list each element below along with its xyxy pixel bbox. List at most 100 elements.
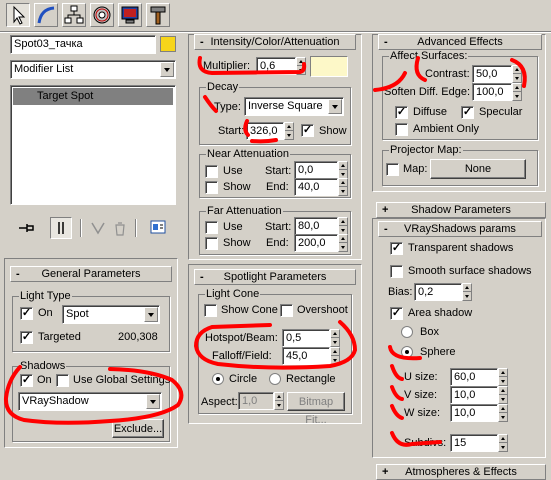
show-end-result-button[interactable]	[50, 217, 72, 239]
far-use-checkbox[interactable]	[205, 221, 218, 234]
subdivs-field[interactable]: 15	[450, 434, 498, 452]
decay-show-checkbox[interactable]: ✓	[301, 124, 314, 137]
configure-sets-icon[interactable]	[150, 220, 168, 236]
near-start-field[interactable]: 0,0	[294, 161, 338, 179]
box-label: Box	[420, 326, 439, 338]
light-color-swatch[interactable]	[310, 56, 348, 77]
far-end-field[interactable]: 200,0	[294, 234, 338, 252]
decay-start-field[interactable]: 326,0	[246, 122, 284, 140]
overshoot-checkbox[interactable]	[280, 304, 293, 317]
chevron-down-icon[interactable]	[328, 99, 342, 114]
sphere-radio[interactable]	[401, 346, 413, 358]
near-use-checkbox[interactable]	[205, 165, 218, 178]
decay-type-dropdown[interactable]: Inverse Square	[244, 97, 344, 116]
transparent-shadows-label: Transparent shadows	[408, 242, 514, 254]
light-on-checkbox[interactable]: ✓	[20, 307, 33, 320]
near-end-spinner[interactable]	[338, 178, 348, 196]
use-global-settings-label: Use Global Settings	[73, 374, 171, 386]
hotspot-spinner[interactable]	[330, 329, 340, 347]
near-start-spinner[interactable]	[338, 161, 348, 179]
chevron-down-icon[interactable]	[144, 307, 158, 322]
soften-field[interactable]: 100,0	[472, 83, 512, 101]
use-global-settings-checkbox[interactable]	[56, 374, 69, 387]
decay-start-spinner[interactable]	[284, 122, 294, 140]
object-color-swatch[interactable]	[160, 36, 176, 52]
command-panel-tabs	[0, 0, 551, 31]
make-unique-icon[interactable]	[90, 220, 106, 236]
aspect-label: Aspect:	[201, 396, 238, 408]
spotlight-header[interactable]: - Spotlight Parameters	[194, 269, 356, 285]
bias-field[interactable]: 0,2	[414, 283, 462, 301]
remove-modifier-icon[interactable]	[112, 220, 128, 236]
modify-tab[interactable]	[34, 3, 58, 27]
pin-stack-icon[interactable]	[18, 221, 36, 235]
multiplier-spinner[interactable]	[296, 57, 306, 75]
subdivs-spinner[interactable]	[498, 434, 508, 452]
hierarchy-tab[interactable]	[62, 3, 86, 27]
projector-map-title: Projector Map:	[389, 144, 463, 156]
far-show-checkbox[interactable]	[205, 237, 218, 250]
multiplier-field[interactable]: 0,6	[256, 57, 296, 75]
shadows-on-checkbox[interactable]: ✓	[20, 374, 33, 387]
light-type-dropdown[interactable]: Spot	[62, 305, 160, 324]
u-size-field[interactable]: 60,0	[450, 368, 498, 386]
far-end-spinner[interactable]	[338, 234, 348, 252]
arc-icon	[37, 6, 55, 24]
display-tab[interactable]	[118, 3, 142, 27]
area-shadow-checkbox[interactable]: ✓	[390, 307, 403, 320]
collapse-icon: -	[200, 36, 204, 48]
w-size-spinner[interactable]	[498, 404, 508, 422]
collapse-icon: -	[200, 271, 204, 283]
far-start-spinner[interactable]	[338, 217, 348, 235]
transparent-shadows-checkbox[interactable]: ✓	[390, 242, 403, 255]
shadow-type-dropdown[interactable]: VRayShadow	[18, 392, 162, 411]
smooth-shadows-checkbox[interactable]	[390, 265, 403, 278]
modifier-stack[interactable]: Target Spot	[10, 85, 176, 205]
advanced-effects-header[interactable]: - Advanced Effects	[378, 34, 542, 50]
contrast-spinner[interactable]	[512, 65, 522, 83]
hotspot-field[interactable]: 0,5	[282, 329, 330, 347]
shadow-parameters-header[interactable]: + Shadow Parameters	[376, 202, 546, 218]
specular-checkbox[interactable]: ✓	[461, 106, 474, 119]
stack-item-target-spot[interactable]: Target Spot	[13, 88, 173, 105]
motion-tab[interactable]	[90, 3, 114, 27]
bitmap-fit-button[interactable]: Bitmap Fit...	[287, 392, 345, 426]
far-start-field[interactable]: 80,0	[294, 217, 338, 235]
intensity-header[interactable]: - Intensity/Color/Attenuation	[194, 34, 356, 50]
general-parameters-header[interactable]: - General Parameters	[10, 266, 172, 282]
vray-shadows-header[interactable]: - VRayShadows params	[378, 221, 542, 237]
near-show-checkbox[interactable]	[205, 181, 218, 194]
soften-spinner[interactable]	[512, 83, 522, 101]
diffuse-checkbox[interactable]: ✓	[395, 106, 408, 119]
bias-spinner[interactable]	[462, 283, 472, 301]
near-end-field[interactable]: 40,0	[294, 178, 338, 196]
far-start-label: Start:	[265, 221, 292, 233]
aspect-field[interactable]: 1,0	[238, 392, 274, 410]
u-size-spinner[interactable]	[498, 368, 508, 386]
exclude-button[interactable]: Exclude...	[112, 419, 164, 438]
rectangle-radio[interactable]	[269, 373, 281, 385]
collapse-icon: -	[384, 223, 388, 235]
aspect-spinner[interactable]	[274, 392, 284, 410]
utilities-tab[interactable]	[146, 3, 170, 27]
v-size-spinner[interactable]	[498, 386, 508, 404]
object-name-field[interactable]: Spot03_тачка	[10, 35, 156, 54]
targeted-checkbox[interactable]: ✓	[20, 331, 33, 344]
box-radio[interactable]	[401, 326, 413, 338]
chevron-down-icon[interactable]	[146, 394, 160, 409]
map-none-button[interactable]: None	[430, 159, 526, 179]
falloff-spinner[interactable]	[330, 347, 340, 365]
circle-radio[interactable]	[212, 373, 224, 385]
falloff-field[interactable]: 45,0	[282, 347, 330, 365]
chevron-down-icon[interactable]	[160, 62, 174, 77]
w-size-field[interactable]: 10,0	[450, 404, 498, 422]
show-cone-checkbox[interactable]	[204, 304, 217, 317]
ambient-only-checkbox[interactable]	[395, 123, 408, 136]
projector-map-checkbox[interactable]	[386, 163, 399, 176]
far-end-label: End:	[266, 237, 289, 249]
contrast-field[interactable]: 50,0	[472, 65, 512, 83]
modifier-list-dropdown[interactable]: Modifier List	[10, 60, 176, 79]
create-tab[interactable]	[6, 3, 30, 27]
v-size-field[interactable]: 10,0	[450, 386, 498, 404]
atmospheres-header[interactable]: + Atmospheres & Effects	[376, 464, 546, 480]
